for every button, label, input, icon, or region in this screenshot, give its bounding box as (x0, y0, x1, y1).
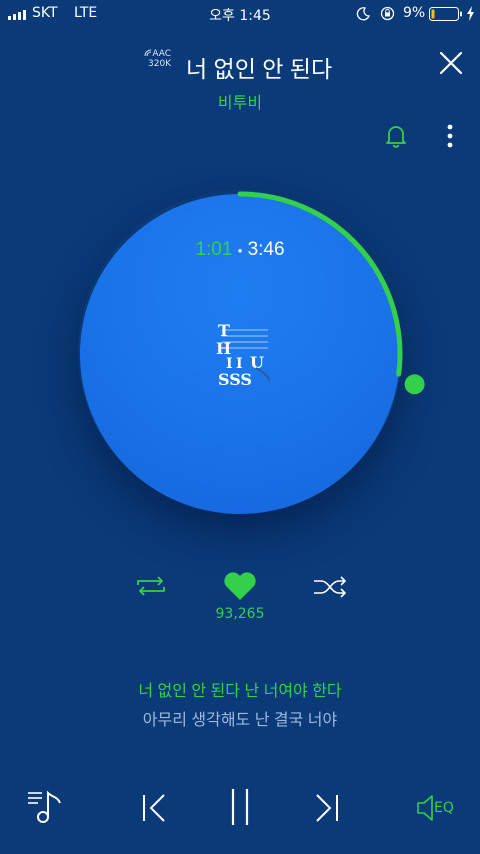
svg-text:T: T (218, 321, 230, 340)
battery-percent: 9% (403, 5, 426, 21)
playback-time: 1:01 • 3:46 (0, 239, 480, 261)
audio-quality-badge: AAC 320K (144, 49, 172, 69)
time-separator: • (237, 243, 243, 258)
total-duration: 3:46 (247, 239, 285, 260)
next-track-icon[interactable] (313, 793, 341, 823)
previous-track-icon[interactable] (140, 793, 168, 823)
speaker-icon (417, 795, 433, 821)
album-logo: T H I I U SSS (216, 321, 270, 389)
wave-icon (144, 49, 152, 57)
more-options-icon[interactable] (444, 122, 456, 152)
eq-label: EQ (434, 800, 454, 816)
song-title: 너 없인 안 된다 (186, 56, 333, 82)
close-icon[interactable] (438, 50, 464, 76)
shuffle-icon[interactable] (312, 575, 348, 599)
progress-knob[interactable] (404, 374, 425, 395)
like-count: 93,265 (215, 606, 265, 622)
equalizer-button[interactable]: EQ (416, 793, 454, 827)
repeat-icon[interactable] (134, 574, 168, 598)
bell-icon[interactable] (385, 124, 407, 148)
artist-name[interactable]: 비투비 (0, 89, 480, 113)
moon-icon (356, 7, 370, 21)
svg-text:SSS: SSS (218, 370, 252, 389)
status-bar: SKT LTE 오후 1:45 9% (0, 0, 480, 28)
bitrate-label: 320K (148, 59, 172, 69)
current-lyric[interactable]: 너 없인 안 된다 난 너여야 한다 (0, 677, 480, 701)
heart-icon[interactable] (222, 570, 258, 602)
pause-icon[interactable] (227, 787, 253, 827)
charging-icon (467, 6, 474, 21)
battery-icon (429, 7, 462, 21)
next-lyric[interactable]: 아무리 생각해도 난 결국 너야 (0, 706, 480, 730)
playlist-icon[interactable] (26, 789, 66, 825)
rotation-lock-icon (380, 6, 395, 21)
elapsed-time: 1:01 (195, 239, 233, 260)
